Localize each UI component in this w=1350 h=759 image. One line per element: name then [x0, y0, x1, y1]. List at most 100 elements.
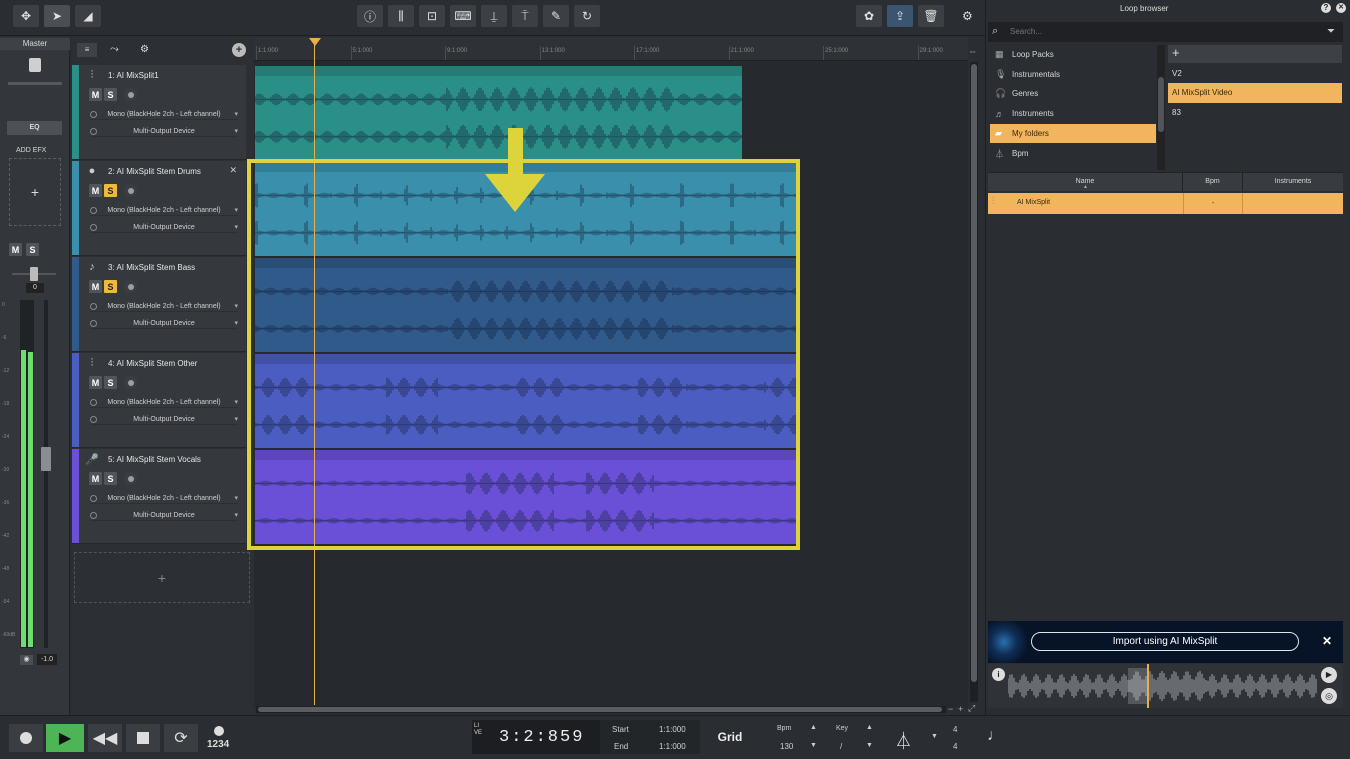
column-bpm[interactable]: Bpm	[1183, 172, 1243, 191]
track-name[interactable]: 3: AI MixSplit Stem Bass	[108, 263, 195, 272]
expand-icon[interactable]: ⇔	[968, 46, 977, 56]
folder-item[interactable]: AI MixSplit Video	[1168, 82, 1342, 103]
remove-track-icon[interactable]: ✕	[229, 165, 237, 176]
preview-loop-icon[interactable]: ◎	[1321, 688, 1337, 704]
mixer-button[interactable]: ⫼	[388, 5, 414, 27]
track-header[interactable]: ⫶ 1: AI MixSplit1 M S Mono (BlackHole 2ch - …	[72, 65, 246, 160]
routing-icon[interactable]: ⤳	[110, 43, 119, 56]
bpm-up-icon[interactable]: ▲	[810, 724, 817, 731]
record-arm-button[interactable]	[124, 472, 137, 485]
settings-gear-button[interactable]: ✿	[856, 5, 882, 27]
audio-clip[interactable]	[255, 66, 742, 160]
track-name[interactable]: 2: AI MixSplit Stem Drums	[108, 167, 201, 176]
track-header[interactable]: ● 2: AI MixSplit Stem Drums M S Mono (BlackH…	[72, 161, 246, 256]
bpm-down-icon[interactable]: ▼	[810, 742, 817, 749]
stem-button[interactable]: ⍑	[512, 5, 538, 27]
pointer-tool-button[interactable]: ➤	[44, 5, 70, 27]
solo-button[interactable]: S	[104, 472, 117, 485]
loop-button[interactable]: ↻	[574, 5, 600, 27]
category-item[interactable]: 🎙 Instrumentals	[990, 65, 1156, 84]
master-fader-track[interactable]	[44, 300, 48, 648]
preview-playhead[interactable]	[1147, 664, 1149, 708]
count-in-label[interactable]: 1234	[207, 739, 229, 750]
preview-info-icon[interactable]: i	[992, 668, 1005, 681]
fit-icon[interactable]: ⤢	[968, 703, 975, 714]
category-item[interactable]: 🎧 Genres	[990, 84, 1156, 103]
end-value[interactable]: 1:1:000	[659, 742, 686, 751]
trash-button[interactable]: 🗑	[918, 5, 944, 27]
vertical-scroll-thumb[interactable]	[971, 64, 977, 682]
master-volume-knob[interactable]	[30, 267, 38, 281]
add-track-icon[interactable]: +	[232, 43, 246, 57]
loop-toggle-button[interactable]: ⟳	[164, 724, 198, 752]
info-button[interactable]: ⓘ	[357, 5, 383, 27]
zoom-out-icon[interactable]: −	[948, 704, 953, 714]
folder-item[interactable]: 83	[1168, 102, 1342, 122]
master-fader-knob[interactable]	[41, 447, 51, 471]
input-select[interactable]: Mono (BlackHole 2ch - Left channel)	[90, 109, 238, 120]
split-button[interactable]: ⍊	[481, 5, 507, 27]
track-header[interactable]: ♪ 3: AI MixSplit Stem Bass M S Mono (BlackHo…	[72, 257, 246, 352]
record-arm-button[interactable]	[124, 280, 137, 293]
tuner-icon[interactable]: ♩	[987, 727, 1003, 745]
record-arm-button[interactable]	[124, 88, 137, 101]
time-signature-dropdown-icon[interactable]: ▼	[931, 733, 938, 740]
add-efx-button[interactable]: +	[9, 158, 61, 226]
mute-button[interactable]: M	[89, 280, 102, 293]
add-track-button[interactable]: +	[74, 552, 250, 603]
link-icon[interactable]: ◉	[20, 655, 33, 665]
solo-button[interactable]: S	[104, 88, 117, 101]
volume-ramp-button[interactable]: ◢	[75, 5, 101, 27]
filter-icon[interactable]: ⏷	[1327, 26, 1335, 37]
help-icon[interactable]: ?	[1321, 3, 1331, 13]
solo-button[interactable]: S	[104, 184, 117, 197]
category-item[interactable]: ▦ Loop Packs	[990, 45, 1156, 64]
count-in-icon[interactable]	[214, 726, 224, 736]
horizontal-scroll-thumb[interactable]	[258, 707, 942, 712]
input-select[interactable]: Mono (BlackHole 2ch - Left channel)	[90, 301, 238, 312]
add-folder-icon[interactable]: +	[1172, 45, 1180, 60]
start-value[interactable]: 1:1:000	[659, 725, 686, 734]
close-banner-icon[interactable]: ✕	[1322, 634, 1332, 648]
category-item[interactable]: ♬ Instruments	[990, 104, 1156, 123]
category-item[interactable]: ▰ My folders	[990, 123, 1156, 143]
close-browser-icon[interactable]: ✕	[1336, 3, 1346, 13]
bpm-value[interactable]: 130	[780, 742, 793, 751]
time-signature-bottom[interactable]: 4	[953, 742, 957, 751]
stop-button[interactable]	[126, 724, 160, 752]
move-tool-button[interactable]: ✥	[13, 5, 39, 27]
clip-header[interactable]	[255, 66, 742, 76]
rewind-button[interactable]: ◀◀	[88, 724, 122, 752]
record-arm-button[interactable]	[124, 376, 137, 389]
share-button[interactable]: ⇪	[887, 5, 913, 27]
track-name[interactable]: 4: AI MixSplit Stem Other	[108, 359, 197, 368]
grid-button[interactable]: Grid	[700, 720, 760, 754]
record-button[interactable]	[9, 724, 43, 752]
playhead-handle[interactable]	[309, 38, 321, 46]
track-header[interactable]: ⫶ 4: AI MixSplit Stem Other M S Mono (BlackH…	[72, 353, 246, 448]
solo-button[interactable]: S	[104, 280, 117, 293]
track-name[interactable]: 1: AI MixSplit1	[108, 71, 159, 80]
master-pan[interactable]	[8, 82, 62, 85]
input-select[interactable]: Mono (BlackHole 2ch - Left channel)	[90, 397, 238, 408]
eq-button[interactable]: EQ	[7, 121, 62, 135]
column-instruments[interactable]: Instruments	[1243, 172, 1343, 191]
zoom-in-icon[interactable]: +	[958, 704, 963, 714]
master-mute-button[interactable]: M	[9, 243, 22, 256]
track-name[interactable]: 5: AI MixSplit Stem Vocals	[108, 455, 201, 464]
input-select[interactable]: Mono (BlackHole 2ch - Left channel)	[90, 493, 238, 504]
preview-waveform[interactable]	[1008, 666, 1318, 706]
fx-button[interactable]: ⊡	[419, 5, 445, 27]
mute-button[interactable]: M	[89, 376, 102, 389]
category-item[interactable]: ⏃ Bpm	[990, 144, 1156, 163]
solo-button[interactable]: S	[104, 376, 117, 389]
output-select[interactable]: Multi-Output Device	[90, 510, 238, 521]
key-down-icon[interactable]: ▼	[866, 742, 873, 749]
output-select[interactable]: Multi-Output Device	[90, 414, 238, 425]
category-scroll-thumb[interactable]	[1158, 77, 1164, 132]
output-select[interactable]: Multi-Output Device	[90, 318, 238, 329]
track-header[interactable]: 🎤 5: AI MixSplit Stem Vocals M S Mono (Black…	[72, 449, 246, 544]
master-solo-button[interactable]: S	[26, 243, 39, 256]
keyboard-button[interactable]: ⌨	[450, 5, 476, 27]
play-button[interactable]: ▶	[46, 724, 84, 752]
